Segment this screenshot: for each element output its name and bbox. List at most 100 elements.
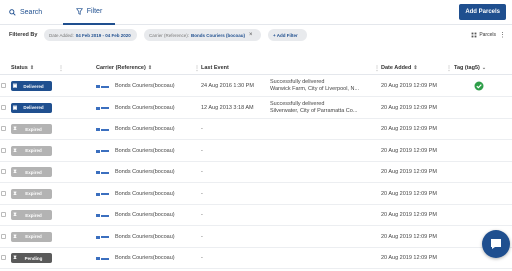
carrier-cell: Bonds Couriers(bocoau) xyxy=(115,169,175,175)
row-checkbox[interactable] xyxy=(1,104,6,110)
table-header: Status ⇕ ⋮ Carrier (Reference) ⇕ ⋮ Last Ev… xyxy=(0,61,512,75)
row-checkbox[interactable] xyxy=(1,147,6,153)
date-added-cell: 20 Aug 2019 12:09 PM xyxy=(381,147,437,154)
last-event-date: - xyxy=(201,212,203,218)
search-icon xyxy=(9,9,16,16)
table-row[interactable]: ⧗ Expired Bonds Couriers(bocoau) - 20 Aug 20… xyxy=(0,162,512,183)
tab-search[interactable]: Search xyxy=(9,0,42,25)
column-separator-icon: ⋮ xyxy=(194,66,200,72)
date-added-cell: 20 Aug 2019 12:09 PM xyxy=(381,104,437,111)
date-added-cell: 20 Aug 2019 12:09 PM xyxy=(381,233,437,240)
sort-icon[interactable]: ⇕ xyxy=(413,65,417,71)
table-row[interactable]: ▣ Delivered Bonds Couriers(bocoau) 24 Aug 2… xyxy=(0,76,512,97)
hourglass-icon: ⧗ xyxy=(13,147,17,154)
last-event-date: - xyxy=(201,190,203,197)
chevron-down-icon[interactable]: ⌄ xyxy=(482,65,486,71)
date-added-cell: 20 Aug 2019 12:09 PM xyxy=(381,190,437,197)
column-date-added[interactable]: Date Added ⇕ xyxy=(381,65,418,71)
status-badge-label: Expired xyxy=(25,234,42,239)
carrier-cell: Bonds Couriers(bocoau) xyxy=(115,233,175,240)
column-last-event[interactable]: Last Event xyxy=(201,65,229,71)
date-added-cell: 20 Aug 2019 12:09 PM xyxy=(381,255,437,261)
more-options-icon[interactable]: ⋮ xyxy=(499,31,506,39)
column-status-label: Status xyxy=(11,65,28,71)
last-event-date: - xyxy=(201,255,203,261)
status-badge-label: Expired xyxy=(25,191,42,196)
status-badge: ⧗ Expired xyxy=(11,124,52,134)
filter-icon xyxy=(75,8,83,15)
tab-search-label: Search xyxy=(20,9,43,16)
status-badge: ▣ Delivered xyxy=(11,81,52,91)
status-badge: ⧗ Expired xyxy=(11,231,52,242)
filtered-by-label: Filtered By xyxy=(9,32,38,38)
sort-icon[interactable]: ⇕ xyxy=(30,65,34,71)
parcels-toggle[interactable]: Parcels xyxy=(471,32,496,38)
row-checkbox[interactable] xyxy=(1,190,6,196)
row-checkbox[interactable] xyxy=(1,83,6,88)
column-separator-icon: ⋮ xyxy=(446,66,452,72)
hourglass-icon: ⧗ xyxy=(13,255,17,261)
last-event-date: - xyxy=(201,233,203,240)
event-location: Warwick Farm, City of Liverpool, N... xyxy=(270,86,360,92)
row-checkbox[interactable] xyxy=(1,212,6,217)
column-carrier-label: Carrier (Reference) xyxy=(96,65,146,71)
table-row[interactable]: ⧗ Expired Bonds Couriers(bocoau) - 20 Aug 20… xyxy=(0,227,512,248)
last-event-date: - xyxy=(201,147,203,154)
column-date-added-label: Date Added xyxy=(381,65,412,71)
event-location: Silverwater, City of Parramatta Co... xyxy=(270,107,358,114)
status-badge-label: Delivered xyxy=(23,105,44,110)
parcel-icon: ▣ xyxy=(12,83,18,89)
date-added-cell: 20 Aug 2019 12:09 PM xyxy=(381,212,437,218)
table-row[interactable]: ⧗ Pending Bonds Couriers(bocoau) - 20 Aug 20… xyxy=(0,248,512,269)
tab-filter[interactable]: Filter xyxy=(63,0,115,25)
column-tag-label: Tag (tag5) xyxy=(454,65,480,71)
carrier-cell: Bonds Couriers(bocoau) xyxy=(115,190,175,197)
carrier-logo-icon xyxy=(96,213,110,218)
row-checkbox[interactable] xyxy=(1,233,6,239)
table-row[interactable]: ⧗ Expired Bonds Couriers(bocoau) - 20 Aug 20… xyxy=(0,141,512,162)
last-event-date: - xyxy=(201,169,203,175)
column-status[interactable]: Status ⇕ xyxy=(11,65,34,71)
status-badge-label: Expired xyxy=(25,148,42,153)
hourglass-icon: ⧗ xyxy=(13,190,17,197)
add-parcels-button[interactable]: Add Parcels xyxy=(459,4,506,20)
sort-icon[interactable]: ⇕ xyxy=(148,65,152,71)
row-checkbox[interactable] xyxy=(1,169,6,174)
column-separator-icon: ⋮ xyxy=(58,66,64,72)
carrier-logo-icon xyxy=(96,127,110,132)
table-row[interactable]: ⧗ Expired Bonds Couriers(bocoau) - 20 Aug 20… xyxy=(0,205,512,226)
top-bar: Search Filter Add Parcels xyxy=(0,0,512,25)
last-event-detail: Successfully delivered Silverwater, City … xyxy=(270,101,365,115)
carrier-logo-icon xyxy=(96,149,110,154)
tab-filter-label: Filter xyxy=(86,8,103,15)
carrier-cell: Bonds Couriers(bocoau) xyxy=(115,212,175,218)
filter-chip-key: Date Added: xyxy=(49,32,74,38)
row-checkbox[interactable] xyxy=(1,255,6,260)
event-status: Successfully delivered xyxy=(270,79,325,85)
add-filter-button[interactable]: + Add Filter xyxy=(268,29,307,41)
close-icon[interactable]: × xyxy=(249,32,253,38)
filter-chip-key: Carrier (Reference): xyxy=(149,32,190,38)
carrier-logo-icon xyxy=(96,170,110,175)
status-badge: ▣ Delivered xyxy=(11,102,52,113)
column-tag[interactable]: Tag (tag5) ⌄ xyxy=(454,65,486,71)
carrier-cell: Bonds Couriers(bocoau) xyxy=(115,147,175,154)
table-row[interactable]: ▣ Delivered Bonds Couriers(bocoau) 12 Aug 2… xyxy=(0,98,512,119)
carrier-logo-icon xyxy=(96,84,110,89)
carrier-logo-icon xyxy=(96,192,110,197)
date-added-cell: 20 Aug 2019 12:09 PM xyxy=(381,126,437,132)
filter-chip-carrier[interactable]: Carrier (Reference): Bonds Couriers (boc… xyxy=(144,29,261,41)
last-event-date: 12 Aug 2013 3:18 AM xyxy=(201,104,254,111)
row-checkbox[interactable] xyxy=(1,126,6,131)
column-carrier[interactable]: Carrier (Reference) ⇕ xyxy=(96,65,152,71)
table-row[interactable]: ⧗ Expired Bonds Couriers(bocoau) - 20 Aug 20… xyxy=(0,184,512,205)
table-row[interactable]: ⧗ Expired Bonds Couriers(bocoau) - 20 Aug 20… xyxy=(0,119,512,140)
last-event-detail: Successfully delivered Warwick Farm, City… xyxy=(270,79,365,93)
chat-button[interactable] xyxy=(482,230,510,258)
status-badge-label: Expired xyxy=(25,212,42,218)
parcels-icon xyxy=(471,32,477,38)
filter-chip-date[interactable]: Date Added: 04 Feb 2019 - 04 Feb 2020 xyxy=(44,29,137,41)
status-badge-label: Pending xyxy=(24,255,43,261)
date-added-cell: 20 Aug 2019 12:09 PM xyxy=(381,83,437,89)
event-status: Successfully delivered xyxy=(270,100,325,107)
